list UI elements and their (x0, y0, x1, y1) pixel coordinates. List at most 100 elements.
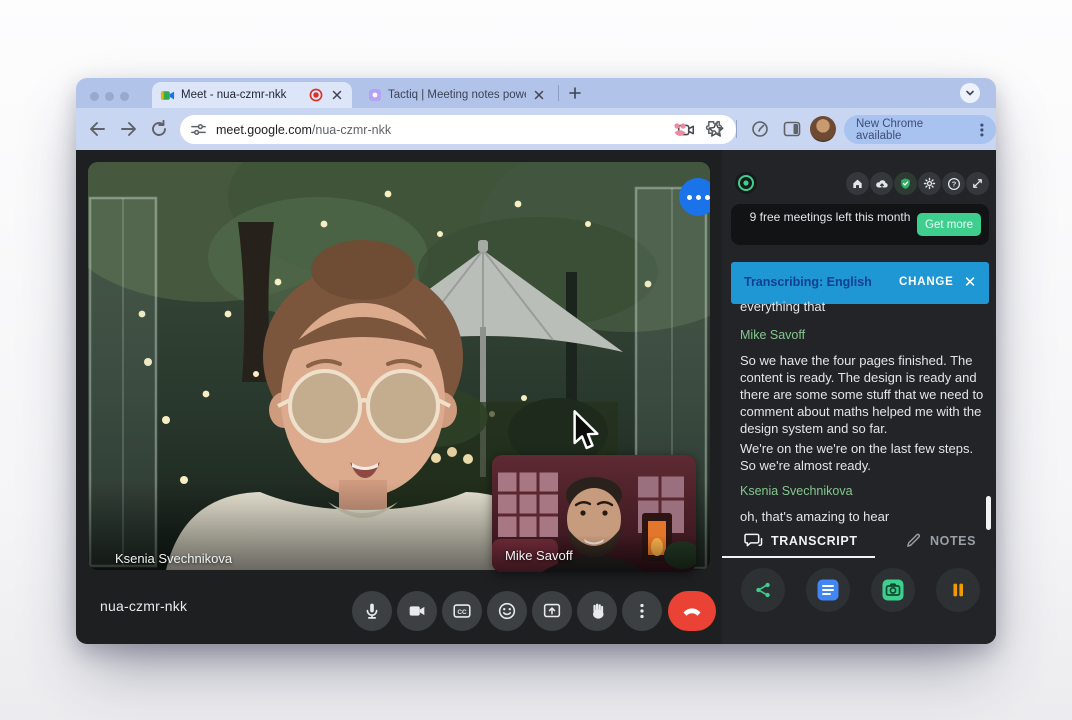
browser-window: Meet - nua-czmr-nkk Tactiq | Meeting not… (76, 78, 996, 644)
window-controls[interactable] (90, 88, 135, 106)
tab-search-chevron-button[interactable] (960, 83, 980, 103)
pause-icon (948, 580, 968, 600)
tab-close-icon[interactable] (532, 88, 546, 102)
mic-button[interactable] (352, 591, 392, 631)
tab-meet[interactable]: Meet - nua-czmr-nkk (152, 82, 352, 108)
site-info-icon[interactable] (190, 121, 207, 138)
transcript-partial: everything that (740, 298, 986, 315)
notes-tab-label: NOTES (930, 534, 976, 548)
tactiq-logo (734, 171, 758, 195)
tab-transcript[interactable]: TRANSCRIPT (744, 532, 858, 549)
transcribing-label: Transcribing: English (744, 275, 872, 289)
transcript-speaker: Mike Savoff (740, 328, 986, 342)
performance-icon[interactable] (750, 119, 770, 139)
transcript-paragraph: So we have the four pages finished. The … (740, 352, 986, 437)
screenshot-button[interactable] (871, 568, 915, 612)
side-panel-icon[interactable] (782, 119, 802, 139)
meeting-code: nua-czmr-nkk (100, 598, 187, 614)
cc-glyph: CC (457, 609, 467, 616)
url-domain: meet.google.com (216, 123, 312, 137)
home-icon (851, 177, 864, 190)
chat-bubble-button[interactable] (679, 178, 710, 216)
active-tab-underline (722, 556, 875, 558)
share-button[interactable] (741, 568, 785, 612)
shield-check-icon (899, 177, 912, 190)
tactiq-panel: ? 9 free meetings left this month Get mo… (722, 150, 996, 644)
update-chrome-label: New Chrome available (856, 118, 970, 142)
camera-button[interactable] (397, 591, 437, 631)
captions-button[interactable]: CC (442, 591, 482, 631)
detach-icon (971, 177, 984, 190)
question-glyph: ? (951, 179, 956, 188)
reload-button[interactable] (148, 118, 170, 140)
chevron-down-icon (965, 88, 975, 98)
save-to-docs-button[interactable] (806, 568, 850, 612)
camera-icon (406, 600, 428, 622)
tab-tactiq[interactable]: Tactiq | Meeting notes powe (362, 82, 552, 108)
pause-transcription-button[interactable] (936, 568, 980, 612)
notes-pencil-icon (905, 532, 922, 549)
screenshot-camera-icon (881, 578, 905, 602)
transcript-tab-label: TRANSCRIPT (771, 534, 858, 548)
more-vertical-icon (631, 600, 653, 622)
mouse-cursor (570, 410, 604, 454)
extensions-puzzle-icon[interactable] (704, 118, 725, 139)
url-bar[interactable]: meet.google.com/nua-czmr-nkk (180, 115, 736, 144)
gear-icon (923, 177, 936, 190)
tab-divider (558, 85, 559, 101)
reactions-button[interactable] (487, 591, 527, 631)
meet-page: Ksenia Svechnikova (76, 150, 996, 644)
more-menu-icon[interactable] (974, 121, 990, 139)
tab-strip: Meet - nua-czmr-nkk Tactiq | Meeting not… (76, 78, 996, 108)
cloud-sync-button[interactable] (870, 172, 893, 195)
quota-card: 9 free meetings left this month Get more (731, 204, 989, 245)
pip-video-tile[interactable]: Mike Savoff (492, 455, 696, 572)
tab-title: Tactiq | Meeting notes powe (388, 89, 526, 101)
transcript-chat-icon (744, 532, 763, 549)
end-call-button[interactable] (668, 591, 716, 631)
meet-favicon (160, 88, 175, 103)
home-button[interactable] (846, 172, 869, 195)
end-call-icon (680, 599, 704, 623)
raise-hand-button[interactable] (577, 591, 617, 631)
pinned-extension-icon[interactable] (670, 119, 690, 139)
detach-panel-button[interactable] (966, 172, 989, 195)
banner-close-button[interactable]: ✕ (959, 271, 981, 293)
cloud-upload-icon (875, 177, 889, 191)
settings-button[interactable] (918, 172, 941, 195)
transcript-paragraph: oh, that's amazing to hear (740, 508, 986, 525)
help-button[interactable]: ? (942, 172, 965, 195)
toolbar-divider (736, 120, 737, 138)
help-icon: ? (947, 177, 961, 191)
change-language-button[interactable]: CHANGE (899, 276, 954, 288)
present-icon (541, 600, 563, 622)
url-path: /nua-czmr-nkk (312, 123, 391, 137)
browser-toolbar: meet.google.com/nua-czmr-nkk (76, 108, 996, 150)
panel-scrollbar[interactable] (986, 496, 991, 530)
meet-control-bar: nua-czmr-nkk CC (76, 570, 722, 644)
privacy-shield-button[interactable] (894, 172, 917, 195)
tactiq-favicon (368, 88, 382, 102)
mic-icon (361, 600, 383, 622)
more-options-button[interactable] (622, 591, 662, 631)
profile-avatar[interactable] (810, 116, 836, 142)
raise-hand-icon (586, 600, 608, 622)
google-docs-icon (816, 578, 840, 602)
participant-name-label: Mike Savoff (505, 548, 573, 563)
share-icon (753, 580, 773, 600)
back-button[interactable] (86, 118, 108, 140)
tab-notes[interactable]: NOTES (905, 532, 976, 549)
get-more-button[interactable]: Get more (917, 213, 981, 236)
transcript-speaker: Ksenia Svechnikova (740, 484, 986, 498)
transcript-paragraph: We're on the we're on the last few steps… (740, 440, 986, 474)
tab-close-icon[interactable] (330, 88, 344, 102)
forward-button[interactable] (118, 118, 140, 140)
new-tab-button[interactable] (568, 86, 582, 100)
url-text: meet.google.com/nua-czmr-nkk (216, 121, 391, 139)
captions-icon: CC (451, 600, 473, 622)
update-chrome-pill[interactable]: New Chrome available (844, 115, 996, 144)
present-button[interactable] (532, 591, 572, 631)
tab-title: Meet - nua-czmr-nkk (181, 89, 303, 101)
emoji-icon (496, 600, 518, 622)
quota-text: 9 free meetings left this month (745, 210, 915, 225)
